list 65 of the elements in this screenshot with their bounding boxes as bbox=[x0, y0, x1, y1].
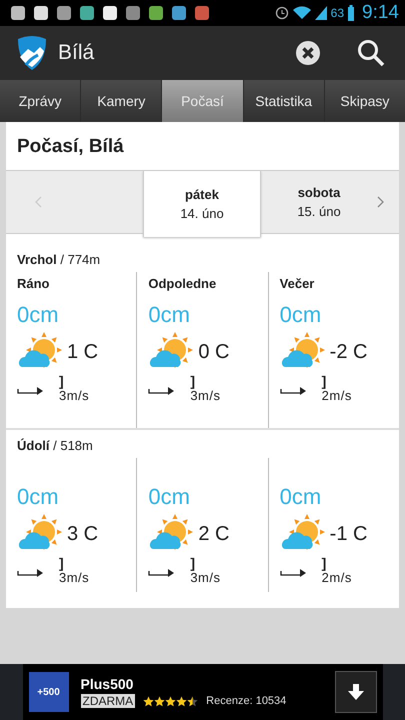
snow-depth: 0cm bbox=[280, 302, 322, 328]
wind-arrow-icon bbox=[17, 569, 45, 577]
wind-speed: 3m/s bbox=[59, 570, 90, 585]
battery-icon bbox=[348, 5, 354, 21]
wind-mark: ] bbox=[190, 374, 196, 388]
battery-level: 63 bbox=[330, 6, 344, 20]
period-label: Ráno bbox=[17, 276, 50, 293]
ad-banner[interactable]: +500 Plus500 ZDARMA Recenze: 10534 bbox=[22, 664, 382, 720]
snow-depth: 0cm bbox=[280, 484, 322, 510]
wind-speed: 3m/s bbox=[190, 570, 220, 585]
page-title: Počasí, Bílá bbox=[16, 135, 125, 159]
star-icon bbox=[187, 696, 198, 706]
wind-arrow-icon bbox=[148, 569, 176, 577]
clock: 9:14 bbox=[362, 2, 399, 24]
temperature: 1 C bbox=[67, 340, 98, 364]
day-tab[interactable]: sobota 15. úno bbox=[261, 171, 377, 233]
wifi-icon bbox=[292, 6, 311, 20]
period-label: Večer bbox=[280, 276, 316, 293]
wind-mark: ] bbox=[322, 374, 328, 388]
close-icon[interactable] bbox=[295, 40, 321, 66]
tab[interactable]: Kamery bbox=[81, 80, 162, 122]
download-icon bbox=[346, 683, 364, 701]
section-heading: Údolí / 518m bbox=[16, 438, 94, 453]
temperature: -2 C bbox=[330, 340, 368, 364]
star-icon bbox=[154, 696, 166, 706]
ad-title: Plus500 bbox=[80, 676, 134, 692]
wind-speed: 3m/s bbox=[190, 388, 220, 403]
temperature: -1 C bbox=[330, 522, 368, 546]
app-icon: +500 bbox=[28, 672, 68, 712]
wind-speed: 3m/s bbox=[59, 388, 90, 403]
snow-depth: 0cm bbox=[148, 302, 191, 328]
review-count: Recenze: 10534 bbox=[206, 695, 286, 707]
app-title: Bílá bbox=[58, 41, 94, 65]
star-icon bbox=[143, 696, 154, 706]
period-label: Odpoledne bbox=[148, 276, 218, 293]
wind-speed: 2m/s bbox=[322, 570, 352, 585]
temperature: 0 C bbox=[198, 340, 230, 364]
day-tab[interactable]: pátek 14. úno bbox=[143, 171, 261, 237]
wind-mark: ] bbox=[190, 556, 196, 570]
wind-arrow-icon bbox=[148, 387, 176, 395]
search-icon[interactable] bbox=[357, 39, 385, 67]
snow-depth: 0cm bbox=[17, 484, 60, 510]
snow-depth: 0cm bbox=[17, 302, 60, 328]
star-icon bbox=[176, 696, 188, 706]
temperature: 3 C bbox=[67, 522, 98, 546]
chevron-right-icon[interactable] bbox=[377, 196, 385, 208]
price-label: ZDARMA bbox=[80, 694, 136, 708]
wind-arrow-icon bbox=[280, 387, 308, 395]
wind-mark: ] bbox=[59, 556, 65, 570]
tab[interactable]: Zprávy bbox=[0, 80, 80, 122]
tab[interactable]: Statistika bbox=[244, 80, 324, 122]
signal-icon bbox=[314, 6, 327, 20]
wind-mark: ] bbox=[59, 374, 65, 388]
alarm-icon bbox=[274, 6, 289, 20]
temperature: 2 C bbox=[198, 522, 230, 546]
wind-arrow-icon bbox=[280, 569, 308, 577]
snow-depth: 0cm bbox=[148, 484, 191, 510]
tab[interactable]: Skipasy bbox=[324, 80, 405, 122]
wind-arrow-icon bbox=[17, 387, 45, 395]
section-heading: Vrchol / 774m bbox=[16, 252, 102, 267]
wind-mark: ] bbox=[322, 556, 328, 570]
wind-speed: 2m/s bbox=[322, 388, 352, 403]
shield-logo-icon bbox=[16, 35, 48, 71]
star-icon bbox=[165, 696, 176, 706]
download-button[interactable] bbox=[334, 671, 376, 713]
